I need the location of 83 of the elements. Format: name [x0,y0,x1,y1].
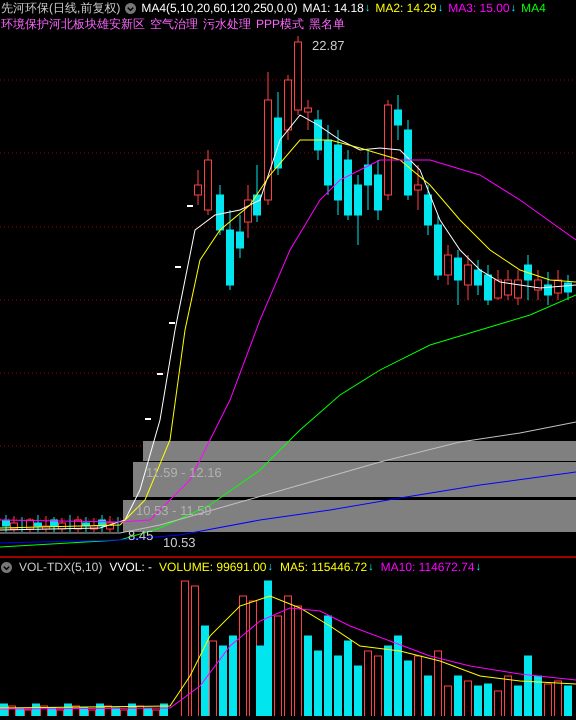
volume-reading: VOLUME: 99691.00 [159,560,266,574]
volume-bar [554,680,562,716]
volume-bar [434,650,442,716]
candlestick [524,254,532,300]
price-high-label: 22.87 [312,38,345,53]
candlestick [204,150,212,216]
candlestick [344,150,352,220]
candlestick [504,270,512,300]
candlestick [514,270,522,306]
moving-average-reading: MA3: 15.00 [448,1,510,15]
stock-title: 先河环保(日线,前复权) [1,0,120,16]
collapse-icon[interactable] [125,2,136,14]
concept-tag[interactable]: 空气治理 [150,16,198,32]
down-arrow-icon: ↓ [368,561,374,573]
candlestick [554,270,562,300]
collapse-icon[interactable] [1,562,12,572]
candlestick [284,74,292,140]
price-low-label: 10.53 [163,535,196,550]
candlestick [494,270,502,300]
moving-average-reading: MA1: 14.18 [302,1,364,15]
vvol-reading: VVOL: - [109,560,152,574]
candlestick [194,170,202,206]
indicator-name: VOL-TDX(5,10) [19,560,102,574]
volume-bar [364,650,372,716]
volume-bar [314,650,322,716]
candlestick [324,124,332,196]
down-arrow-icon: ↓ [510,2,516,14]
down-arrow-icon: ↓ [364,2,370,14]
candlestick [484,264,492,306]
volume-bar [424,676,432,716]
limit-up-dash [157,373,163,375]
volume-bar [544,684,552,716]
volume-reading: MA5: 115446.72 [280,560,368,574]
moving-average-reading: MA2: 14.29 [375,1,437,15]
volume-bar [444,686,452,716]
candlestick [414,164,422,210]
candlestick [444,244,452,286]
candlestick [564,274,572,300]
candlestick [474,260,482,296]
volume-bar [374,656,382,716]
volume-bar [504,676,512,716]
candlestick [216,184,224,236]
concept-tag[interactable]: PPP模式 [256,16,304,32]
candlestick [434,214,442,280]
candlestick [304,100,312,130]
candlestick [424,184,432,236]
limit-up-dash [187,205,193,207]
volume-bar [564,686,572,716]
volume-reading: MA10: 114672.74 [380,560,474,574]
candlestick [354,174,362,246]
volume-bar [524,656,532,716]
volume-bar [404,660,412,716]
volume-bar [484,684,492,716]
candlestick [464,254,472,300]
down-arrow-icon: ↓ [476,561,481,573]
volume-bar [514,686,522,716]
candlestick [394,94,402,140]
volume-bar [219,646,227,716]
candlestick [314,110,322,160]
limit-up-dash [169,322,175,324]
limit-up-dash [145,418,151,420]
candlestick [534,270,542,300]
limit-up-dash [175,266,181,268]
volume-bar [474,686,482,716]
concept-tag[interactable]: 环境保护河北板块雄安新区 [1,16,145,32]
down-arrow-icon: ↓ [438,2,444,14]
down-arrow-icon: ↓ [267,561,273,573]
volume-bar [464,680,472,716]
candlestick [544,272,552,306]
volume-bar [494,690,502,716]
indicator-name: MA4(5,10,20,60,120,250,0,0) [141,1,298,15]
volume-bar [334,656,342,716]
candlestick [374,160,382,220]
candlestick [364,150,372,210]
concept-tag[interactable]: 黑名单 [309,16,346,32]
concept-tag[interactable]: 污水处理 [203,16,251,32]
volume-bar [414,656,422,716]
moving-average-reading: MA4 [521,1,546,15]
volume-bar [384,646,392,716]
volume-bar [534,676,542,716]
volume-bar [354,666,362,716]
volume-bar [454,676,462,716]
candlestick [454,250,462,306]
